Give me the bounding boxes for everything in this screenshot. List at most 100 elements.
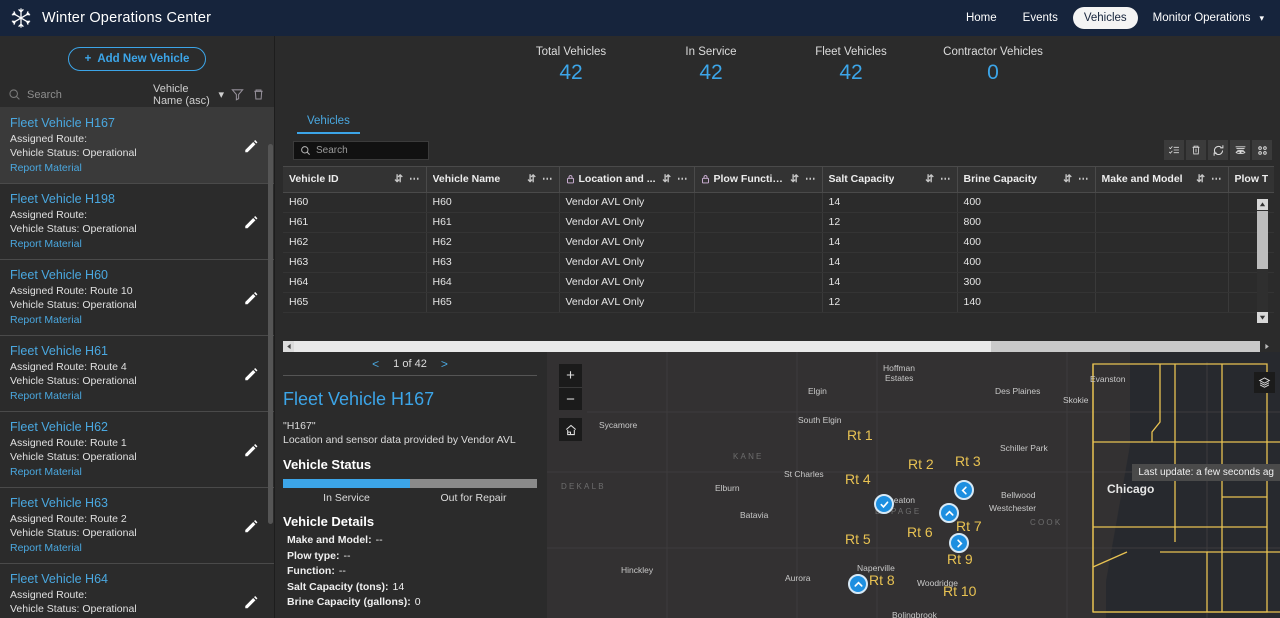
report-material-link[interactable]: Report Material: [10, 390, 264, 402]
pencil-icon[interactable]: [243, 517, 260, 534]
scrollbar-thumb[interactable]: [1257, 211, 1268, 269]
show-selected-icon[interactable]: [1230, 140, 1250, 160]
vehicle-card-title[interactable]: Fleet Vehicle H63: [10, 496, 264, 510]
pencil-icon[interactable]: [243, 137, 260, 154]
detail-row: Salt Capacity (tons): 14: [283, 580, 537, 596]
vehicle-marker-wheaton[interactable]: [874, 494, 894, 514]
column-header-location[interactable]: Location and ... ⇵ ⋯: [559, 167, 695, 193]
ellipsis-icon[interactable]: ⋯: [542, 173, 553, 185]
vehicle-card-title[interactable]: Fleet Vehicle H60: [10, 268, 264, 282]
sort-arrows-icon[interactable]: ⇵: [1196, 173, 1205, 185]
ellipsis-icon[interactable]: ⋯: [1211, 173, 1222, 185]
snowflake-icon: [6, 3, 36, 33]
table-horizontal-scrollbar[interactable]: [283, 341, 1272, 352]
table-row[interactable]: H60 H60 Vendor AVL Only 14 400: [283, 192, 1274, 213]
nav-item-home[interactable]: Home: [955, 7, 1008, 29]
vehicle-marker-east-1[interactable]: [949, 533, 969, 553]
scroll-up-arrow-icon[interactable]: [1257, 199, 1268, 210]
sidebar-scrollbar[interactable]: [268, 144, 273, 524]
map-zoom-in-button[interactable]: +: [559, 364, 582, 387]
sidebar-sort-control[interactable]: Vehicle Name (asc) ▾: [153, 83, 224, 107]
report-material-link[interactable]: Report Material: [10, 238, 264, 250]
map-home-button[interactable]: [559, 418, 582, 441]
sidebar-search-input[interactable]: [27, 88, 147, 101]
tab-vehicles[interactable]: Vehicles: [297, 115, 360, 134]
pencil-icon[interactable]: [243, 593, 260, 610]
list-item[interactable]: Fleet Vehicle H63 Assigned Route: Route …: [0, 488, 274, 564]
ellipsis-icon[interactable]: ⋯: [940, 173, 951, 185]
table-row[interactable]: H63 H63 Vendor AVL Only 14 400: [283, 252, 1274, 273]
map-zoom-out-button[interactable]: −: [559, 387, 582, 410]
map-layers-button[interactable]: [1254, 372, 1275, 393]
ellipsis-icon[interactable]: ⋯: [805, 173, 816, 185]
table-vertical-scrollbar[interactable]: [1257, 199, 1268, 323]
vehicle-list[interactable]: Fleet Vehicle H167 Assigned Route: Vehic…: [0, 108, 274, 618]
sort-arrows-icon[interactable]: ⇵: [662, 173, 671, 185]
operations-map[interactable]: + − Hoffman Estates Des Plaines Evanston Sko…: [547, 352, 1280, 618]
trash-icon[interactable]: [251, 87, 266, 102]
table-row[interactable]: H62 H62 Vendor AVL Only 14 400: [283, 232, 1274, 253]
sort-arrows-icon[interactable]: ⇵: [1063, 173, 1072, 185]
column-header-vehicle-id[interactable]: Vehicle ID ⇵ ⋯: [283, 167, 427, 193]
column-header-plow-type[interactable]: Plow T: [1228, 167, 1274, 193]
column-header-plow-function[interactable]: Plow Function ⇵ ⋯: [694, 167, 823, 193]
list-item[interactable]: Fleet Vehicle H61 Assigned Route: Route …: [0, 336, 274, 412]
pencil-icon[interactable]: [243, 213, 260, 230]
table-search-box[interactable]: [293, 140, 429, 160]
scrollbar-thumb[interactable]: [294, 341, 991, 352]
scroll-left-arrow-icon[interactable]: [283, 341, 294, 352]
vehicle-card-title[interactable]: Fleet Vehicle H167: [10, 116, 264, 130]
table-row[interactable]: H64 H64 Vendor AVL Only 14 300: [283, 272, 1274, 293]
vehicle-card-route: Assigned Route:: [10, 133, 88, 145]
table-row[interactable]: H61 H61 Vendor AVL Only 12 800: [283, 212, 1274, 233]
vehicle-card-title[interactable]: Fleet Vehicle H61: [10, 344, 264, 358]
vehicle-card-title[interactable]: Fleet Vehicle H62: [10, 420, 264, 434]
columns-grid-icon[interactable]: [1252, 140, 1272, 160]
vehicle-card-title[interactable]: Fleet Vehicle H198: [10, 192, 264, 206]
column-header-make-and-model[interactable]: Make and Model ⇵ ⋯: [1095, 167, 1229, 193]
trash-icon[interactable]: [1186, 140, 1206, 160]
vehicles-grid[interactable]: Vehicle ID ⇵ ⋯ Vehicle Name ⇵ ⋯ Location…: [283, 166, 1274, 334]
list-item[interactable]: Fleet Vehicle H62 Assigned Route: Route …: [0, 412, 274, 488]
select-list-icon[interactable]: [1164, 140, 1184, 160]
sort-arrows-icon[interactable]: ⇵: [527, 173, 536, 185]
pencil-icon[interactable]: [243, 289, 260, 306]
ellipsis-icon[interactable]: ⋯: [677, 173, 688, 185]
vehicle-marker-north-1[interactable]: [939, 503, 959, 523]
report-material-link[interactable]: Report Material: [10, 162, 264, 174]
pager-next-button[interactable]: >: [441, 357, 448, 371]
pencil-icon[interactable]: [243, 365, 260, 382]
sort-arrows-icon[interactable]: ⇵: [925, 173, 934, 185]
sort-arrows-icon[interactable]: ⇵: [790, 173, 799, 185]
list-item[interactable]: Fleet Vehicle H167 Assigned Route: Vehic…: [0, 108, 274, 184]
add-new-vehicle-button[interactable]: + Add New Vehicle: [67, 47, 207, 71]
vehicle-card-title[interactable]: Fleet Vehicle H64: [10, 572, 264, 586]
list-item[interactable]: Fleet Vehicle H60 Assigned Route: Route …: [0, 260, 274, 336]
table-toolbar: [283, 134, 1274, 166]
nav-item-vehicles[interactable]: Vehicles: [1072, 7, 1138, 29]
pencil-icon[interactable]: [243, 441, 260, 458]
vehicle-marker-naperville[interactable]: [848, 574, 868, 594]
sort-arrows-icon[interactable]: ⇵: [394, 173, 403, 185]
column-header-salt-capacity[interactable]: Salt Capacity ⇵ ⋯: [822, 167, 958, 193]
scroll-right-arrow-icon[interactable]: [1261, 341, 1272, 352]
scroll-down-arrow-icon[interactable]: [1257, 312, 1268, 323]
ellipsis-icon[interactable]: ⋯: [409, 173, 420, 185]
ellipsis-icon[interactable]: ⋯: [1078, 173, 1089, 185]
vehicle-marker-west-1[interactable]: [954, 480, 974, 500]
report-material-link[interactable]: Report Material: [10, 466, 264, 478]
table-search-input[interactable]: [316, 144, 422, 156]
table-row[interactable]: H65 H65 Vendor AVL Only 12 140: [283, 292, 1274, 313]
column-header-brine-capacity[interactable]: Brine Capacity ⇵ ⋯: [957, 167, 1096, 193]
list-item[interactable]: Fleet Vehicle H198 Assigned Route: Vehic…: [0, 184, 274, 260]
report-material-link[interactable]: Report Material: [10, 542, 264, 554]
nav-item-monitor-operations[interactable]: Monitor Operations: [1142, 7, 1262, 29]
pager-prev-button[interactable]: <: [372, 357, 379, 371]
chevron-down-icon[interactable]: ▾: [1259, 13, 1266, 24]
nav-item-events[interactable]: Events: [1012, 7, 1069, 29]
report-material-link[interactable]: Report Material: [10, 314, 264, 326]
list-item[interactable]: Fleet Vehicle H64 Assigned Route: Vehicl…: [0, 564, 274, 618]
column-header-vehicle-name[interactable]: Vehicle Name ⇵ ⋯: [426, 167, 560, 193]
funnel-icon[interactable]: [230, 87, 245, 102]
refresh-icon[interactable]: [1208, 140, 1228, 160]
